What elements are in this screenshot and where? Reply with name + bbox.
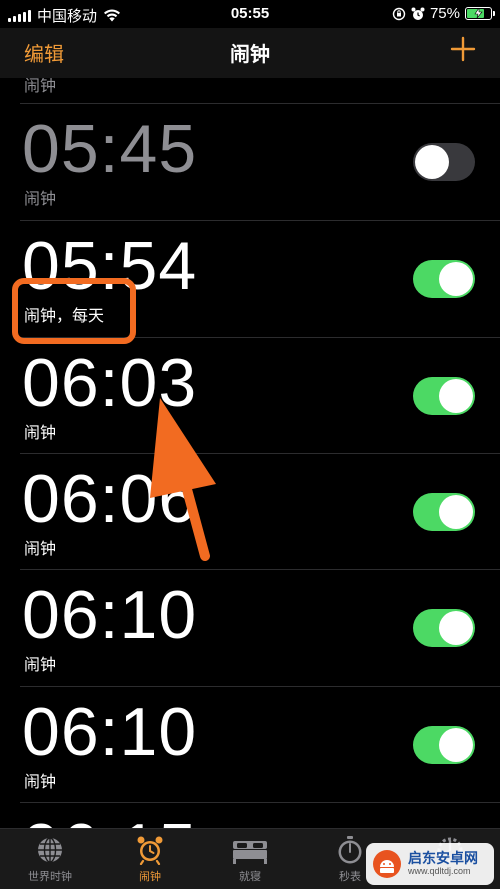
android-logo-icon [373,850,401,878]
alarm-toggle[interactable] [413,609,475,647]
status-right: 75% [392,5,495,22]
alarm-row[interactable]: 06:10 闹钟 [0,569,500,686]
alarm-clock-icon [137,836,163,865]
alarm-label: 闹钟 [24,425,57,442]
alarm-time: 06:06 [22,461,198,537]
orientation-lock-icon [392,7,406,20]
alarm-label: 闹钟 [24,657,57,674]
alarm-time: 06:10 [22,577,198,653]
highlight-box [12,278,136,344]
tab-world-clock[interactable]: 世界时钟 [0,835,100,884]
stopwatch-icon [338,836,362,864]
page-title: 闹钟 [230,44,270,66]
tab-label: 世界时钟 [28,871,72,883]
alarm-time: 06:03 [22,345,198,421]
alarm-row[interactable]: 05:45 闹钟 [0,103,500,220]
alarm-toggle[interactable] [413,143,475,181]
tab-label: 闹钟 [139,871,161,883]
alarm-toggle[interactable] [413,493,475,531]
alarm-toggle[interactable] [413,726,475,764]
alarm-time: 06:10 [22,694,198,770]
tab-label: 就寝 [239,871,261,883]
tab-alarm[interactable]: 闹钟 [100,835,200,884]
globe-icon [38,837,62,863]
alarm-list[interactable]: 闹钟 05:45 闹钟 05:54 闹钟，每天 06:03 闹钟 06:06 闹… [0,78,500,828]
alarm-label: 闹钟 [24,191,57,208]
plus-icon[interactable] [450,36,476,62]
bed-icon [233,841,267,864]
alarm-row[interactable]: 06:06 闹钟 [0,453,500,570]
alarm-row[interactable]: 06:03 闹钟 [0,337,500,454]
tab-bedtime[interactable]: 就寝 [200,835,300,884]
watermark-title: 启东安卓网 [408,850,478,867]
alarm-toggle[interactable] [413,260,475,298]
navigation-bar: 编辑 闹钟 [0,28,500,78]
alarm-row[interactable]: 06:10 闹钟 [0,686,500,803]
alarm-icon [411,7,425,20]
alarm-time: 05:45 [22,111,198,187]
battery-charging-icon [465,7,495,20]
battery-percent: 75% [429,5,460,22]
watermark-logo: 启东安卓网 www.qdltdj.com [366,843,494,885]
alarm-label: 闹钟 [24,774,57,791]
watermark-url: www.qdltdj.com [408,865,471,876]
alarm-toggle[interactable] [413,377,475,415]
status-bar: 中国移动 05:55 75% [0,0,500,28]
tab-bar: 世界时钟 闹钟 就寝 秒表 启东安卓网 www.qdltdj.com [0,828,500,889]
alarm-time: 06:15 [22,814,197,828]
alarm-row[interactable]: 06:15 [0,802,500,828]
alarm-label: 闹钟 [24,541,57,558]
partial-alarm-label: 闹钟 [24,78,57,95]
